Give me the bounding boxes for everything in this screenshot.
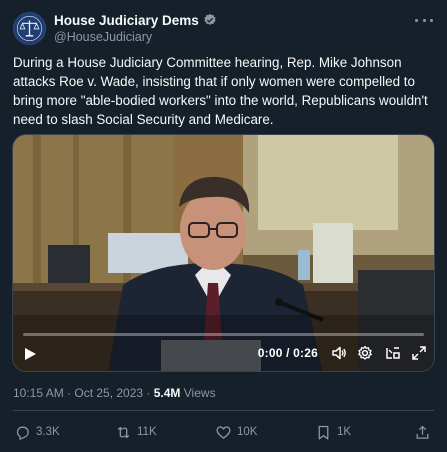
retweet-count: 11K bbox=[137, 426, 157, 438]
settings-icon[interactable] bbox=[357, 345, 373, 361]
video-controls: 0:00 / 0:26 bbox=[13, 341, 434, 365]
tweet-actions: 3.3K 11K 10K 1K bbox=[14, 422, 434, 442]
reply-icon bbox=[16, 426, 29, 440]
video-progress-bar[interactable] bbox=[23, 333, 424, 336]
tweet-meta: 10:15 AM · Oct 25, 2023 · 5.4M Views bbox=[13, 386, 216, 400]
views-label: Views bbox=[180, 386, 216, 400]
reply-count: 3.3K bbox=[36, 426, 60, 438]
fullscreen-icon[interactable] bbox=[411, 345, 427, 361]
display-name[interactable]: House Judiciary Dems bbox=[54, 12, 199, 29]
share-button[interactable] bbox=[414, 422, 436, 442]
tweet-text: During a House Judiciary Committee heari… bbox=[13, 55, 428, 127]
pip-icon[interactable] bbox=[385, 345, 401, 361]
bookmark-icon bbox=[318, 425, 329, 440]
like-count: 10K bbox=[237, 426, 258, 438]
divider bbox=[13, 410, 434, 411]
retweet-icon bbox=[117, 426, 130, 438]
verified-badge-icon bbox=[204, 13, 216, 25]
volume-icon[interactable] bbox=[331, 345, 347, 361]
account-names: House Judiciary Dems @HouseJudiciary bbox=[54, 12, 217, 45]
views-count: 5.4M bbox=[153, 386, 181, 400]
like-button[interactable]: 10K bbox=[215, 422, 257, 442]
tweet-header: House Judiciary Dems @HouseJudiciary bbox=[13, 10, 217, 46]
account-handle[interactable]: @HouseJudiciary bbox=[54, 29, 217, 45]
heart-icon bbox=[216, 425, 231, 439]
video-time: 0:00 / 0:26 bbox=[257, 346, 318, 360]
video-player[interactable]: 0:00 / 0:26 bbox=[12, 134, 435, 372]
tweet[interactable]: House Judiciary Dems @HouseJudiciary Dur… bbox=[0, 0, 447, 452]
more-dot-icon bbox=[415, 18, 418, 22]
share-icon bbox=[416, 425, 429, 439]
play-icon[interactable] bbox=[23, 347, 37, 361]
video-frame bbox=[13, 135, 434, 371]
avatar[interactable] bbox=[13, 11, 46, 45]
display-name-row[interactable]: House Judiciary Dems bbox=[54, 12, 217, 29]
more-dot-icon bbox=[422, 18, 426, 22]
more-dot-icon bbox=[430, 18, 433, 22]
tweet-timestamp[interactable]: 10:15 AM · Oct 25, 2023 · bbox=[13, 386, 154, 400]
reply-button[interactable]: 3.3K bbox=[14, 422, 60, 442]
retweet-button[interactable]: 11K bbox=[115, 422, 157, 442]
more-options-button[interactable] bbox=[415, 14, 433, 26]
scales-of-justice-icon bbox=[14, 12, 45, 44]
bookmark-count: 1K bbox=[337, 426, 352, 438]
bookmark-button[interactable]: 1K bbox=[315, 422, 351, 442]
